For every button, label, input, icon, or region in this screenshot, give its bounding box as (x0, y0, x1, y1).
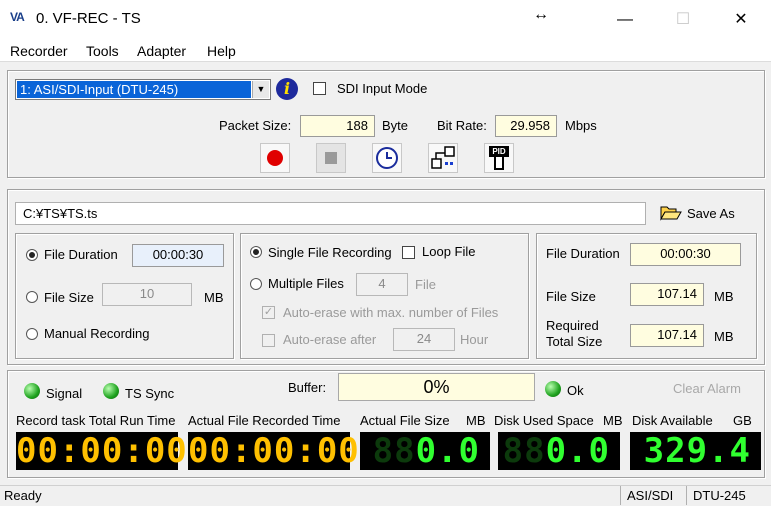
buffer-label: Buffer: (288, 380, 327, 395)
status-text: Ready (4, 488, 42, 503)
total-run-time-label: Record task Total Run Time (16, 413, 176, 428)
status-mode: ASI/SDI (620, 486, 686, 505)
file-path-input[interactable]: C:¥TS¥TS.ts (15, 202, 646, 225)
loop-file-checkbox[interactable] (402, 246, 415, 259)
buffer-meter: 0% (338, 373, 535, 401)
file-recorded-time-label: Actual File Recorded Time (188, 413, 341, 428)
required-total-label-2: Total Size (546, 334, 603, 349)
record-button[interactable] (260, 143, 290, 173)
disk-available-display: 329.4 (630, 432, 761, 470)
file-size-label: File Size (44, 290, 94, 305)
adapter-select-value: 1: ASI/SDI-Input (DTU-245) (17, 81, 251, 98)
packet-size-field: 188 (300, 115, 375, 137)
signal-label: Signal (46, 386, 83, 401)
signal-led-icon (24, 383, 40, 399)
required-total-label-1: Required (546, 318, 599, 333)
ok-label: Ok (567, 383, 584, 398)
folder-open-icon[interactable] (660, 203, 682, 221)
multiple-files-radio[interactable] (250, 278, 262, 290)
total-run-time-display: 00:00:00 (16, 431, 188, 471)
bit-rate-field: 29.958 (495, 115, 557, 137)
window-title: 0. VF-REC - TS (36, 10, 141, 27)
file-duration-label: File Duration (44, 247, 118, 262)
file-duration-radio[interactable] (26, 249, 38, 261)
file-size-input[interactable]: 10 (102, 283, 192, 306)
file-size-radio[interactable] (26, 291, 38, 303)
resize-arrows-icon: ↔ (533, 6, 549, 23)
network-button[interactable] (428, 143, 458, 173)
auto-erase-max-checkbox[interactable]: ✓ (262, 306, 275, 319)
pid-text: PID (489, 146, 509, 157)
info-icon[interactable]: i (276, 78, 298, 100)
sdi-mode-label: SDI Input Mode (337, 81, 428, 96)
maximize-button[interactable]: ☐ (660, 8, 706, 32)
bit-rate-label: Bit Rate: (437, 118, 487, 133)
manual-recording-label: Manual Recording (44, 326, 150, 341)
clear-alarm-button[interactable]: Clear Alarm (673, 381, 741, 396)
disk-available-label: Disk Available (632, 413, 713, 428)
multiple-files-count[interactable]: 4 (356, 273, 408, 296)
packet-size-label: Packet Size: (219, 118, 292, 133)
save-as-button[interactable]: Save As (687, 206, 735, 221)
manual-recording-radio[interactable] (26, 328, 38, 340)
auto-erase-after-checkbox[interactable] (262, 334, 275, 347)
summary-size-label: File Size (546, 289, 596, 304)
auto-erase-after-unit: Hour (460, 332, 489, 347)
file-size-unit: MB (204, 290, 224, 305)
file-duration-input[interactable]: 00:00:30 (132, 244, 224, 267)
bit-rate-unit: Mbps (565, 118, 597, 133)
actual-size-value: 0.0 (415, 431, 480, 471)
stop-icon (325, 152, 337, 164)
menu-tools[interactable]: Tools (86, 43, 119, 59)
disk-used-unit: MB (603, 413, 623, 428)
disk-available-unit: GB (733, 413, 752, 428)
stop-button[interactable] (316, 143, 346, 173)
menu-adapter[interactable]: Adapter (137, 43, 186, 59)
summary-size-value: 107.14 (630, 283, 704, 306)
file-recorded-time-display: 00:00:00 (188, 431, 360, 471)
chevron-down-icon[interactable]: ▼ (252, 81, 269, 98)
actual-size-display: 880.0 (360, 432, 490, 470)
record-icon (267, 150, 283, 166)
multiple-files-label: Multiple Files (268, 276, 344, 291)
disk-used-display: 880.0 (498, 432, 620, 470)
menu-help[interactable]: Help (207, 43, 236, 59)
menu-recorder[interactable]: Recorder (10, 43, 68, 59)
single-file-label: Single File Recording (268, 245, 392, 260)
disk-used-label: Disk Used Space (494, 413, 594, 428)
auto-erase-after-input[interactable]: 24 (393, 328, 455, 351)
minimize-button[interactable]: — (602, 8, 648, 32)
network-icon (431, 146, 455, 169)
disk-used-dim-digits: 88 (502, 431, 546, 471)
close-button[interactable]: ✕ (718, 8, 764, 32)
loop-file-label: Loop File (422, 244, 476, 259)
summary-duration-label: File Duration (546, 246, 620, 261)
packet-size-unit: Byte (382, 118, 409, 133)
pid-button[interactable]: PID (484, 143, 514, 173)
pid-icon: PID (488, 146, 510, 170)
actual-size-dim-digits: 88 (372, 431, 416, 471)
actual-size-unit: MB (466, 413, 486, 428)
required-total-value: 107.14 (630, 324, 704, 347)
auto-erase-max-label: Auto-erase with max. number of Files (283, 305, 499, 320)
summary-duration-value: 00:00:30 (630, 243, 741, 266)
ts-sync-led-icon (103, 383, 119, 399)
sdi-mode-checkbox[interactable] (313, 82, 326, 95)
single-file-radio[interactable] (250, 246, 262, 258)
summary-size-unit: MB (714, 289, 734, 304)
multiple-files-unit: File (415, 277, 436, 292)
ts-sync-label: TS Sync (125, 386, 175, 401)
actual-size-label: Actual File Size (360, 413, 450, 428)
app-logo-icon: VA (10, 10, 25, 24)
disk-used-value: 0.0 (545, 431, 610, 471)
ok-led-icon (545, 381, 561, 397)
adapter-select[interactable]: 1: ASI/SDI-Input (DTU-245) ▼ (15, 79, 271, 100)
required-total-unit: MB (714, 329, 734, 344)
clock-icon (376, 147, 398, 169)
auto-erase-after-label: Auto-erase after (283, 332, 377, 347)
status-device: DTU-245 (686, 486, 766, 505)
schedule-button[interactable] (372, 143, 402, 173)
